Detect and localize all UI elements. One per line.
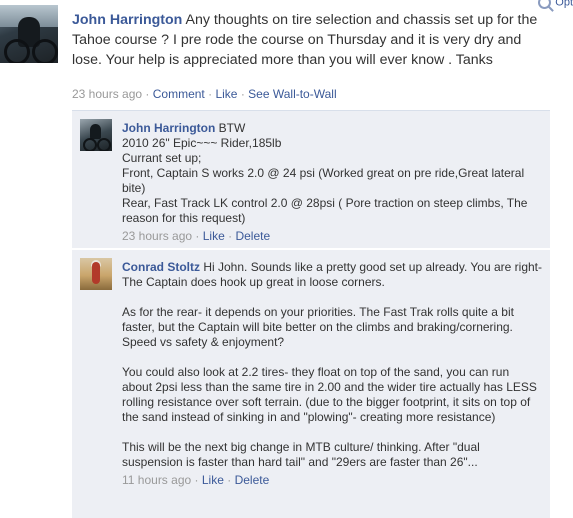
comment-timestamp: 23 hours ago bbox=[122, 229, 193, 243]
avatar[interactable] bbox=[0, 5, 58, 63]
options-link[interactable]: Opt bbox=[538, 0, 573, 9]
comment-author-link[interactable]: Conrad Stoltz bbox=[122, 260, 200, 274]
like-link[interactable]: Like bbox=[203, 229, 225, 243]
comment-paragraph: As for the rear- it depends on your prio… bbox=[122, 305, 514, 349]
comment-author-link[interactable]: John Harrington bbox=[122, 121, 215, 135]
comment-body: John Harrington BTW 2010 26" Epic~~~ Rid… bbox=[122, 121, 542, 244]
comment-link[interactable]: Comment bbox=[153, 87, 205, 101]
post-text: John Harrington Any thoughts on tire sel… bbox=[72, 10, 547, 70]
comment-paragraph: This will be the next big change in MTB … bbox=[122, 440, 480, 469]
like-link[interactable]: Like bbox=[202, 473, 224, 487]
search-icon bbox=[538, 0, 552, 9]
comment-paragraph: You could also look at 2.2 tires- they f… bbox=[122, 365, 537, 424]
like-link[interactable]: Like bbox=[215, 87, 237, 101]
comment-item: Conrad Stoltz Hi John. Sounds like a pre… bbox=[72, 249, 550, 518]
comment-meta: 23 hours ago · Like · Delete bbox=[122, 229, 271, 243]
comment-body: Conrad Stoltz Hi John. Sounds like a pre… bbox=[122, 260, 542, 487]
comment-meta: 11 hours ago · Like · Delete bbox=[122, 473, 270, 487]
see-wall-to-wall-link[interactable]: See Wall-to-Wall bbox=[248, 87, 336, 101]
avatar[interactable] bbox=[80, 119, 112, 151]
delete-link[interactable]: Delete bbox=[235, 229, 270, 243]
comment-item: John Harrington BTW 2010 26" Epic~~~ Rid… bbox=[72, 110, 550, 248]
comment-line: Front, Captain S works 2.0 @ 24 psi (Wor… bbox=[122, 166, 525, 195]
comment-line: Currant set up; bbox=[122, 151, 202, 165]
comment-line: Rear, Fast Track LK control 2.0 @ 28psi … bbox=[122, 196, 528, 225]
post-timestamp: 23 hours ago bbox=[72, 87, 143, 101]
post-author-link[interactable]: John Harrington bbox=[72, 12, 182, 28]
comment-line: 2010 26" Epic~~~ Rider,185lb bbox=[122, 136, 282, 150]
comment-timestamp: 11 hours ago bbox=[122, 473, 192, 487]
avatar[interactable] bbox=[80, 258, 112, 290]
delete-link[interactable]: Delete bbox=[235, 473, 270, 487]
post-meta: 23 hours ago · Comment · Like · See Wall… bbox=[72, 87, 337, 101]
